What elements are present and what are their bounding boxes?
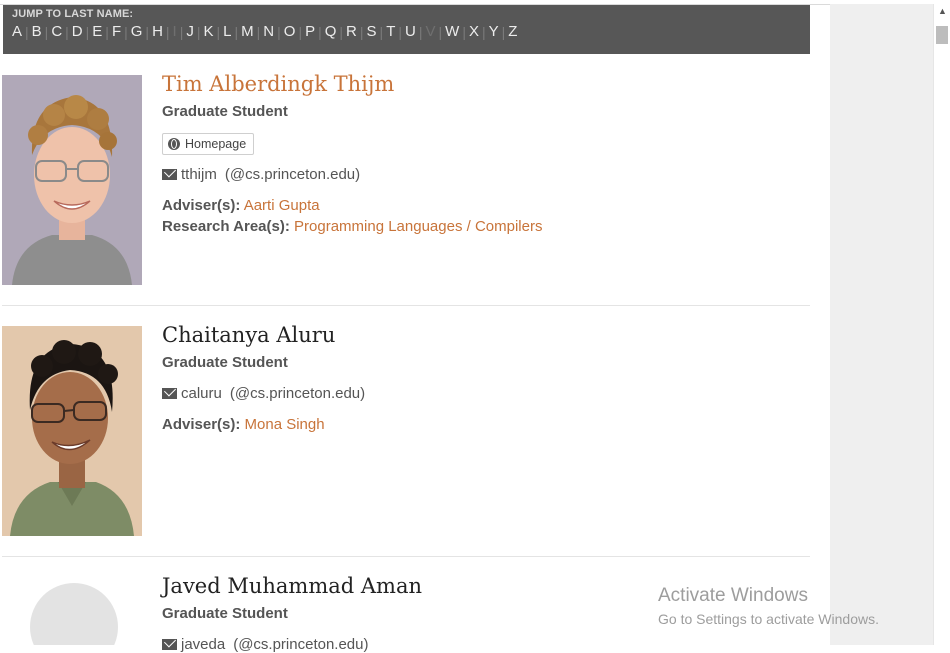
person-photo [2, 75, 142, 285]
jump-letter-w[interactable]: W [444, 23, 460, 40]
jump-letter-k[interactable]: K [203, 23, 215, 40]
person-photo [2, 326, 142, 536]
jump-letter-m[interactable]: M [240, 23, 255, 40]
email-user: tthijm [181, 166, 217, 183]
jump-letter-j[interactable]: J [185, 23, 195, 40]
alphabet-links: A | B | C | D | E | F | G | H | I | J | K | L | M | N | O | P | Q | R | S | T |… [11, 23, 518, 40]
jump-letter-v: V [425, 23, 436, 40]
person-name-link[interactable]: Tim Alberdingk Thijm [162, 72, 394, 96]
letter-separator: | [234, 23, 239, 40]
letter-separator: | [165, 23, 170, 40]
jump-label: JUMP TO LAST NAME: [12, 8, 134, 20]
page-gutter [830, 4, 933, 645]
letter-separator: | [481, 23, 486, 40]
jump-letter-e[interactable]: E [91, 23, 103, 40]
jump-letter-l[interactable]: L [222, 23, 232, 40]
adviser-line: Adviser(s): Mona Singh [162, 416, 325, 433]
jump-letter-a[interactable]: A [11, 23, 23, 40]
jump-letter-p[interactable]: P [304, 23, 316, 40]
jump-letter-f[interactable]: F [111, 23, 122, 40]
watermark-subtitle: Go to Settings to activate Windows. [658, 611, 879, 627]
vertical-scrollbar[interactable]: ▲ [933, 4, 950, 645]
jump-letter-s[interactable]: S [366, 23, 378, 40]
divider [2, 556, 810, 557]
letter-separator: | [25, 23, 29, 40]
divider [2, 305, 810, 306]
jump-letter-t[interactable]: T [385, 23, 396, 40]
letter-separator: | [379, 23, 384, 40]
letter-separator: | [277, 23, 281, 40]
letter-separator: | [145, 23, 150, 40]
jump-letter-r[interactable]: R [345, 23, 358, 40]
adviser-label: Adviser(s): [162, 197, 241, 214]
activate-windows-watermark: Activate Windows Go to Settings to activ… [658, 585, 879, 627]
letter-separator: | [216, 23, 221, 40]
letter-separator: | [196, 23, 201, 40]
watermark-title: Activate Windows [658, 585, 808, 606]
letter-separator: | [438, 23, 443, 40]
jump-letter-x[interactable]: X [468, 23, 480, 40]
letter-separator: | [65, 23, 69, 40]
research-area-link[interactable]: Programming Languages / Compilers [294, 218, 542, 235]
letter-separator: | [85, 23, 90, 40]
adviser-label: Adviser(s): [162, 416, 241, 433]
letter-separator: | [418, 23, 423, 40]
homepage-button[interactable]: Homepage [162, 133, 255, 155]
letter-separator: | [318, 23, 322, 40]
letter-separator: | [179, 23, 184, 40]
jump-to-last-name-bar: JUMP TO LAST NAME: A | B | C | D | E | F | G | H | I | J | K… [3, 5, 810, 54]
jump-letter-n[interactable]: N [262, 23, 275, 40]
envelope-icon [162, 169, 177, 180]
letter-separator: | [256, 23, 261, 40]
letter-separator: | [105, 23, 109, 40]
person-role: Graduate Student [162, 354, 288, 371]
letter-separator: | [44, 23, 49, 40]
letter-separator: | [501, 23, 506, 40]
letter-separator: | [124, 23, 128, 40]
email-domain: (@cs.princeton.edu) [224, 166, 361, 183]
person-name: Chaitanya Aluru [162, 323, 336, 347]
email-domain: (@cs.princeton.edu) [229, 385, 366, 402]
research-area-label: Research Area(s): [162, 218, 290, 235]
letter-separator: | [298, 23, 303, 40]
jump-letter-g[interactable]: G [130, 23, 144, 40]
jump-letter-y[interactable]: Y [488, 23, 500, 40]
letter-separator: | [398, 23, 402, 40]
research-area-line: Research Area(s): Programming Languages … [162, 218, 542, 235]
jump-letter-d[interactable]: D [71, 23, 84, 40]
adviser-line: Adviser(s): Aarti Gupta [162, 197, 320, 214]
email-line: tthijm (@cs.princeton.edu) [162, 166, 360, 183]
jump-letter-u[interactable]: U [404, 23, 417, 40]
person-role: Graduate Student [162, 605, 288, 622]
jump-letter-o[interactable]: O [283, 23, 297, 40]
scrollbar-thumb[interactable] [936, 26, 948, 44]
jump-letter-h[interactable]: H [151, 23, 164, 40]
adviser-link[interactable]: Aarti Gupta [244, 197, 320, 214]
avatar-placeholder-icon [2, 577, 142, 645]
letter-separator: | [339, 23, 344, 40]
homepage-label: Homepage [185, 137, 247, 151]
jump-letter-z[interactable]: Z [507, 23, 518, 40]
envelope-icon [162, 388, 177, 399]
letter-separator: | [462, 23, 466, 40]
person-role: Graduate Student [162, 103, 288, 120]
adviser-link[interactable]: Mona Singh [245, 416, 325, 433]
person-name: Javed Muhammad Aman [162, 574, 423, 598]
letter-separator: | [359, 23, 364, 40]
jump-letter-c[interactable]: C [50, 23, 63, 40]
scroll-up-arrow-icon[interactable]: ▲ [938, 6, 947, 16]
email-user: caluru [181, 385, 222, 402]
jump-letter-b[interactable]: B [31, 23, 43, 40]
jump-letter-q[interactable]: Q [324, 23, 338, 40]
email-line: caluru (@cs.princeton.edu) [162, 385, 365, 402]
globe-icon [168, 138, 180, 150]
